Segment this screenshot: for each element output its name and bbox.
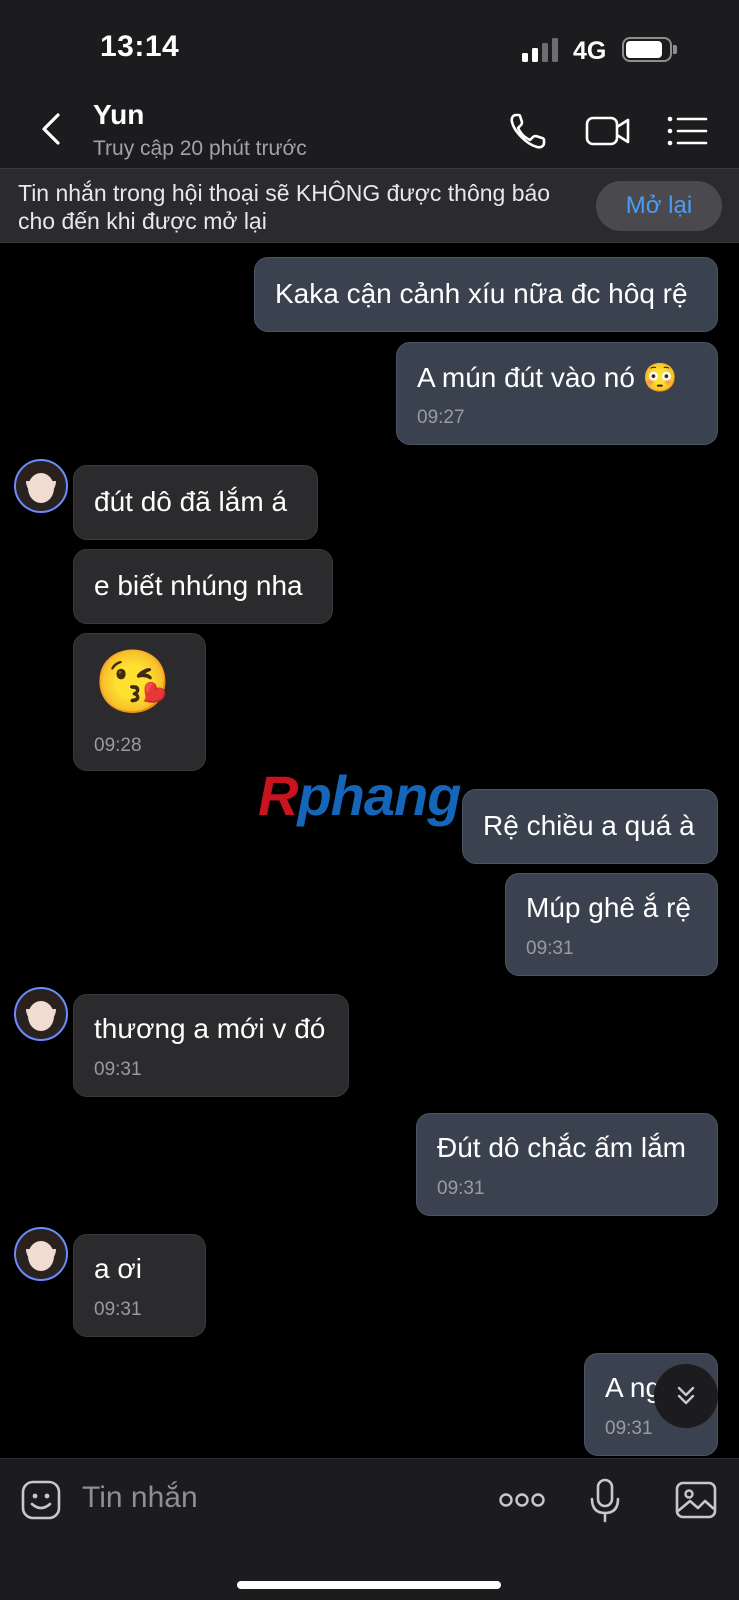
message-bubble-incoming[interactable]: đút dô đã lắm á bbox=[73, 465, 318, 540]
message-emoji: 😘 bbox=[94, 648, 172, 717]
message-bubble-incoming[interactable]: thương a mới v đó 09:31 bbox=[73, 994, 349, 1097]
message-bubble-outgoing[interactable]: Kaka cận cảnh xíu nữa đc hôq rệ bbox=[254, 257, 718, 332]
message-text: A ng bbox=[605, 1372, 662, 1403]
mute-notice: Tin nhắn trong hội thoại sẽ KHÔNG được t… bbox=[0, 168, 739, 243]
message-bubble-incoming[interactable]: 😘 09:28 bbox=[73, 633, 206, 771]
message-bubble-outgoing[interactable]: Múp ghê ắ rệ 09:31 bbox=[505, 873, 718, 976]
avatar[interactable] bbox=[14, 1227, 68, 1281]
unmute-button[interactable]: Mở lại bbox=[596, 181, 722, 231]
message-bubble-outgoing[interactable]: Rệ chiều a quá à bbox=[462, 789, 718, 864]
message-time: 09:31 bbox=[605, 1418, 653, 1439]
message-text: Đút dô chắc ấm lắm bbox=[437, 1132, 686, 1163]
chevron-left-icon[interactable] bbox=[32, 109, 72, 149]
status-bar: 13:14 4G bbox=[0, 0, 739, 95]
message-list[interactable]: Kaka cận cảnh xíu nữa đc hôq rệ A mún đú… bbox=[0, 243, 739, 1458]
message-bubble-outgoing[interactable]: Đút dô chắc ấm lắm 09:31 bbox=[416, 1113, 718, 1216]
message-bubble-outgoing[interactable]: A mún đút vào nó 😳 09:27 bbox=[396, 342, 718, 445]
message-text: đút dô đã lắm á bbox=[94, 486, 288, 517]
message-time: 09:31 bbox=[526, 938, 574, 959]
home-indicator bbox=[237, 1581, 501, 1589]
watermark-logo: Rphang bbox=[258, 764, 461, 827]
battery-icon bbox=[622, 37, 677, 62]
message-bubble-incoming[interactable]: a ơi 09:31 bbox=[73, 1234, 206, 1337]
menu-list-icon[interactable] bbox=[664, 107, 712, 155]
message-input-bar: Tin nhắn bbox=[0, 1458, 739, 1600]
status-time: 13:14 bbox=[100, 30, 180, 63]
signal-icon bbox=[522, 38, 558, 62]
message-time: 09:31 bbox=[94, 1299, 142, 1320]
image-icon[interactable] bbox=[674, 1479, 718, 1521]
message-text: a ơi bbox=[94, 1253, 142, 1284]
message-bubble-incoming[interactable]: e biết nhúng nha bbox=[73, 549, 333, 624]
avatar[interactable] bbox=[14, 987, 68, 1041]
phone-icon[interactable] bbox=[504, 107, 552, 155]
message-time: 09:31 bbox=[437, 1178, 485, 1199]
message-time: 09:28 bbox=[94, 735, 142, 756]
chat-header: Yun Truy cập 20 phút trước bbox=[0, 95, 739, 168]
scroll-to-bottom-button[interactable] bbox=[654, 1364, 718, 1428]
contact-status: Truy cập 20 phút trước bbox=[93, 137, 307, 160]
video-call-icon[interactable] bbox=[584, 107, 632, 155]
sticker-icon[interactable] bbox=[20, 1479, 62, 1521]
network-type: 4G bbox=[573, 37, 607, 65]
avatar[interactable] bbox=[14, 459, 68, 513]
message-input[interactable]: Tin nhắn bbox=[82, 1481, 198, 1515]
message-text: A mún đút vào nó 😳 bbox=[417, 362, 678, 393]
message-time: 09:27 bbox=[417, 407, 465, 428]
message-text: e biết nhúng nha bbox=[94, 570, 303, 601]
message-text: Rệ chiều a quá à bbox=[483, 810, 695, 841]
more-icon[interactable] bbox=[498, 1483, 546, 1517]
message-time: 09:31 bbox=[94, 1059, 142, 1080]
double-chevron-down-icon bbox=[677, 1386, 695, 1405]
message-text: Kaka cận cảnh xíu nữa đc hôq rệ bbox=[275, 278, 688, 309]
contact-name[interactable]: Yun bbox=[93, 99, 144, 131]
message-text: Múp ghê ắ rệ bbox=[526, 892, 691, 923]
message-text: thương a mới v đó bbox=[94, 1013, 326, 1044]
microphone-icon[interactable] bbox=[588, 1477, 622, 1523]
mute-notice-text: Tin nhắn trong hội thoại sẽ KHÔNG được t… bbox=[18, 180, 551, 234]
